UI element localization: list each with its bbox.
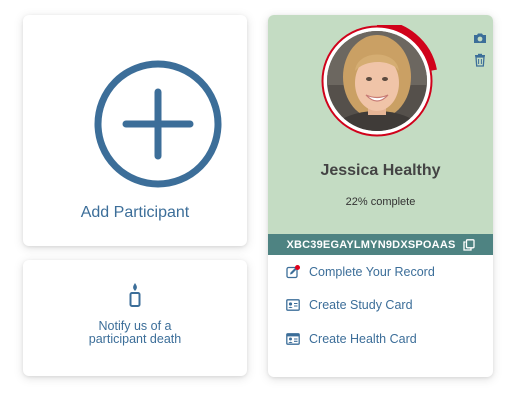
complete-record-link[interactable]: Complete Your Record [268, 255, 493, 289]
participant-code-bar: XBC39EGAYLMYN9DXSPOAAS [268, 234, 493, 255]
trash-icon[interactable] [473, 53, 487, 67]
camera-icon[interactable] [473, 31, 487, 45]
avatar [321, 20, 447, 151]
notify-death-card[interactable]: Notify us of a participant death [23, 260, 247, 376]
participant-name: Jessica Healthy [320, 162, 441, 179]
edit-notification-icon [286, 264, 300, 278]
notify-label-line2: participant death [88, 332, 182, 346]
completion-percentage: 22% complete [345, 196, 416, 208]
candle-icon [128, 282, 142, 313]
create-health-card-link[interactable]: Create Health Card [268, 322, 493, 356]
create-health-card-label: Create Health Card [309, 331, 417, 346]
copy-icon[interactable] [462, 238, 475, 251]
participant-toolbar [473, 31, 487, 75]
add-participant-label: Add Participant [80, 204, 190, 221]
plus-circle-icon [93, 59, 223, 189]
create-study-card-label: Create Study Card [309, 298, 413, 313]
add-participant-card[interactable]: Add Participant [23, 15, 247, 246]
notify-death-label: Notify us of a participant death [23, 320, 247, 346]
participant-header: Jessica Healthy 22% complete [268, 15, 493, 234]
participant-code: XBC39EGAYLMYN9DXSPOAAS [286, 238, 456, 251]
health-card-icon [286, 332, 300, 345]
id-card-icon [286, 299, 300, 312]
create-study-card-link[interactable]: Create Study Card [268, 289, 493, 323]
participant-actions: Complete Your Record Create Study Card C… [268, 255, 493, 356]
complete-record-label: Complete Your Record [309, 264, 435, 279]
participant-card: Jessica Healthy 22% complete XBC39EGAYLM… [268, 15, 493, 377]
